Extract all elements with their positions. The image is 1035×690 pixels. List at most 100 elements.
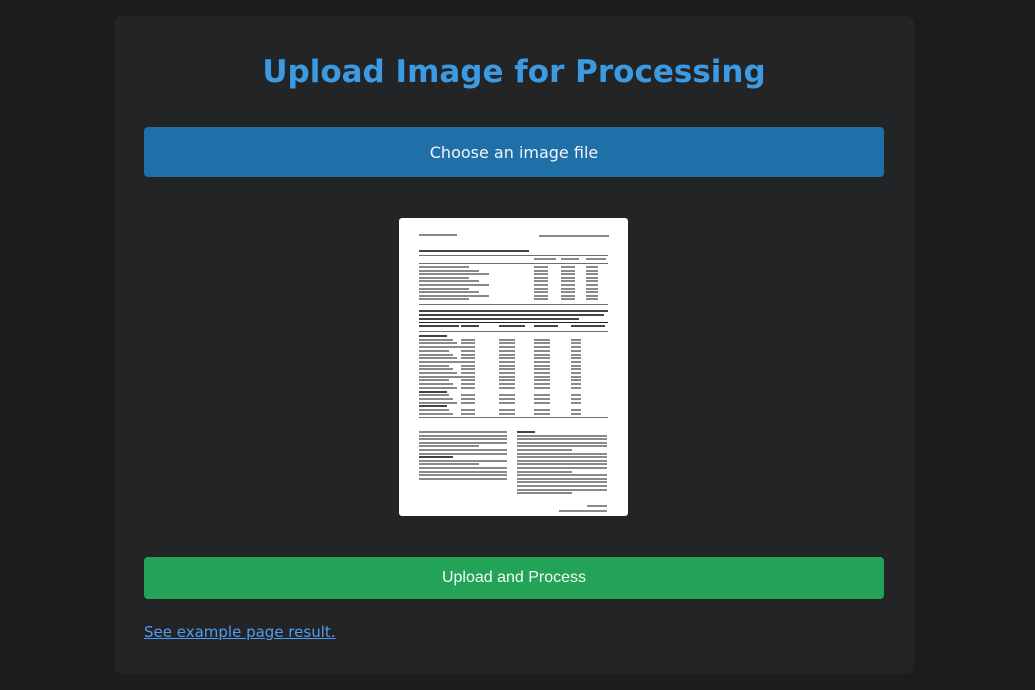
doc-cell [534,273,548,276]
doc-row-text [419,357,457,360]
doc-cell [534,409,550,411]
doc-row-text [419,269,479,272]
upload-and-process-label: Upload and Process [441,569,587,586]
upload-and-process-button[interactable]: Upload and Process [144,557,884,599]
doc-cell [534,269,548,272]
choose-file-button[interactable]: Choose an image file [144,127,884,177]
doc-rule [419,263,608,264]
doc-body-text [517,488,607,491]
doc-cell [571,401,581,404]
doc-cell [534,294,548,297]
doc-row-text [419,298,469,301]
doc-cell [461,364,475,367]
doc-cell [571,372,581,374]
doc-body-text [517,459,607,462]
doc-cell [534,357,550,360]
doc-body-text [419,456,453,459]
doc-cell [499,372,515,374]
doc-cell [561,291,575,294]
doc-cell [571,346,581,349]
doc-cell [499,346,515,349]
doc-row-text [419,276,469,279]
doc-cell [461,409,475,411]
doc-cell [461,349,475,352]
doc-col-head [534,325,558,327]
doc-cell [586,284,598,286]
doc-row-text [419,409,449,411]
doc-body-text [517,463,607,466]
example-result-link[interactable]: See example page result. [144,623,336,641]
doc-cell [586,291,598,294]
doc-cell [561,284,575,286]
doc-body-text [419,438,507,441]
doc-body-text [517,467,607,469]
doc-cell [534,280,548,283]
doc-cell [499,401,515,404]
doc-cell [561,280,575,283]
document-page-thumbnail [399,218,628,516]
doc-row-text [419,294,489,297]
doc-cell [499,357,515,360]
doc-body-text [517,445,607,448]
doc-body-text [419,459,507,462]
doc-col-head [419,325,459,327]
doc-row-text [419,390,447,393]
doc-cell [586,294,598,297]
doc-body-text [517,449,572,451]
doc-rule [419,304,608,305]
doc-cell [534,397,550,400]
doc-cell [571,412,581,415]
doc-cell [499,383,515,386]
doc-cell [534,401,550,404]
doc-cell [534,284,548,286]
doc-body-text [419,445,479,448]
doc-body-text [517,477,607,480]
doc-row-text [419,273,489,276]
doc-body-text [419,434,507,437]
doc-cell [461,412,475,415]
doc-caption [419,310,608,312]
doc-col-head [461,325,479,327]
doc-cell [534,394,550,397]
doc-cell [571,364,581,367]
doc-row-text [419,342,457,345]
doc-footer-text [587,505,607,507]
doc-body-text [517,434,607,437]
doc-cell [499,375,515,378]
doc-cell [499,409,515,411]
doc-rule [419,331,608,332]
doc-row-text [419,266,469,268]
doc-row-text [419,349,449,352]
doc-caption [419,318,579,320]
doc-body-text [419,463,479,466]
doc-cell [499,364,515,367]
doc-header-text [539,235,609,237]
doc-row-text [419,383,453,386]
doc-row-text [419,364,449,367]
doc-cell [534,383,550,386]
doc-cell [461,386,475,389]
doc-body-text [517,470,572,473]
doc-cell [561,298,575,301]
doc-row-text [419,405,447,408]
doc-cell [571,357,581,360]
doc-cell [586,298,598,301]
doc-cell [571,368,581,371]
doc-cell [461,346,475,349]
doc-body-text [419,467,507,469]
doc-cell [499,368,515,371]
doc-row-text [419,346,461,349]
doc-row-text [419,353,453,356]
doc-row-text [419,386,457,389]
doc-cell [561,287,575,290]
doc-cell [461,338,475,341]
doc-row-text [419,338,453,341]
doc-cell [461,397,475,400]
doc-cell [461,375,475,378]
doc-cell [534,386,550,389]
doc-cell [534,291,548,294]
doc-cell [534,372,550,374]
doc-cell [534,346,550,349]
doc-cell [499,379,515,382]
doc-cell [571,342,581,345]
